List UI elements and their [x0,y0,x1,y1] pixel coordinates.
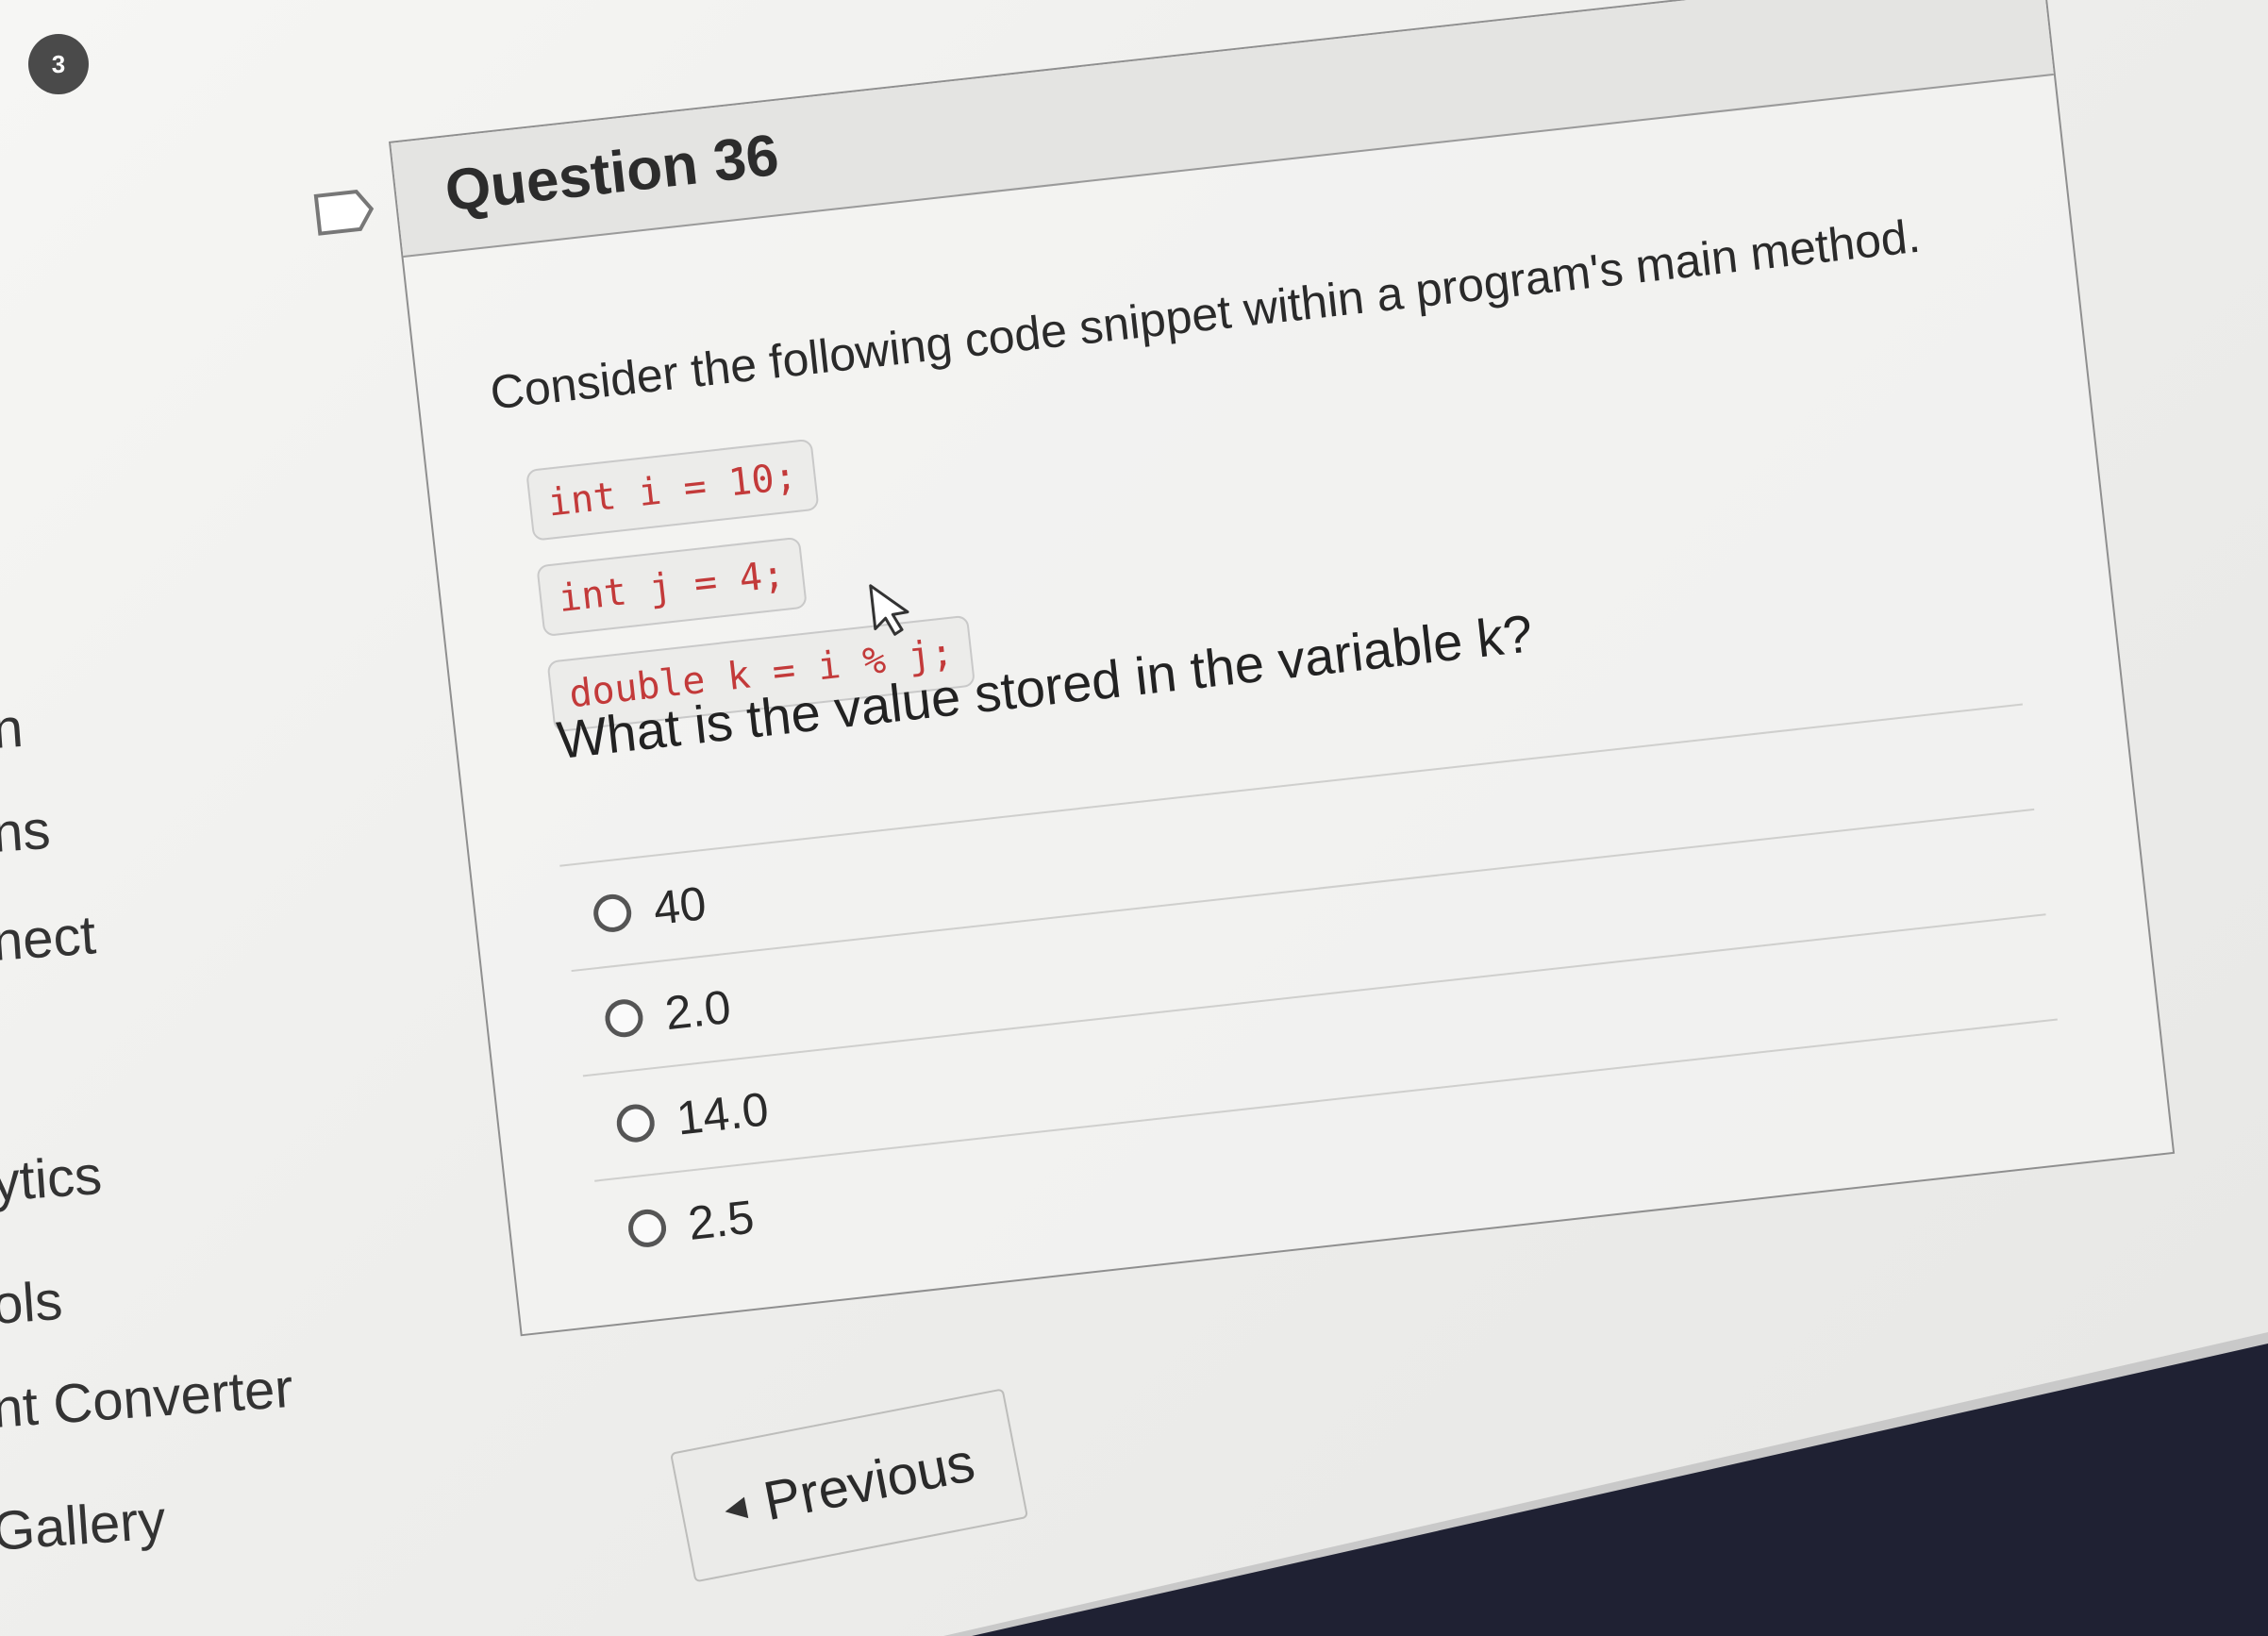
radio-button-icon[interactable] [592,892,634,934]
answer-label: 2.0 [662,979,734,1041]
answer-label: 14.0 [674,1082,772,1145]
sidebar-item-5[interactable]: ols [0,1269,64,1337]
question-prompt: Consider the following code snippet with… [487,209,1924,420]
mouse-cursor-icon [869,584,909,636]
question-header: Question 36 [391,0,2054,259]
sidebar-item-2[interactable]: ns [0,798,52,865]
answer-list: 40 2.0 14.0 2.5 [559,703,2069,1286]
question-card: Question 36 Consider the following code … [389,0,2176,1337]
caret-left-icon: ◀ [721,1490,749,1526]
sidebar-item-1[interactable]: n [0,696,25,761]
previous-label: Previous [759,1430,980,1532]
flag-icon[interactable] [313,187,378,237]
sidebar-item-3[interactable]: nect [0,903,98,973]
radio-button-icon[interactable] [614,1102,657,1144]
code-line-2: int j = 4; [536,536,808,638]
question-panel: Question 36 Consider the following code … [313,0,2176,1337]
sidebar-item-6[interactable]: nt Converter [0,1357,295,1441]
sidebar-item-7[interactable]: Gallery [0,1488,168,1563]
sidebar-item-4[interactable]: ytics [0,1144,104,1214]
radio-button-icon[interactable] [603,997,645,1040]
previous-button[interactable]: ◀ Previous [670,1388,1029,1583]
radio-button-icon[interactable] [625,1207,669,1249]
answer-label: 2.5 [685,1190,757,1250]
code-line-1: int i = 10; [525,438,820,542]
notification-badge: 3 [28,34,89,94]
question-title: Question 36 [442,122,782,225]
answer-label: 40 [650,876,709,935]
